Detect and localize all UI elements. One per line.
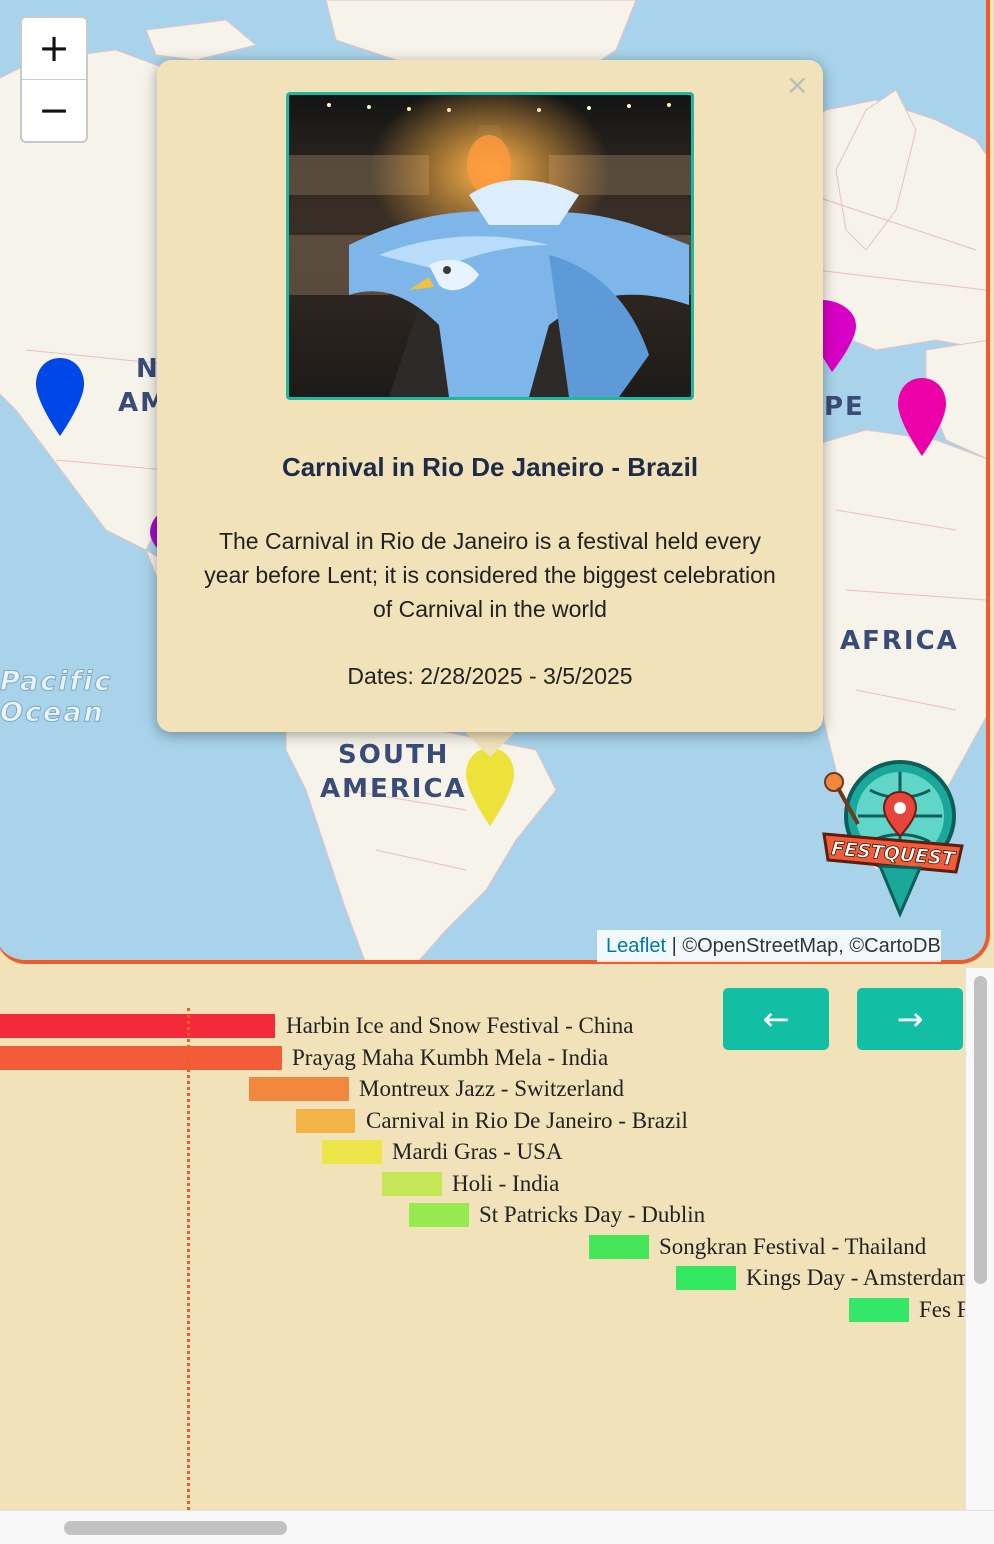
timeline-bar[interactable] bbox=[322, 1140, 382, 1164]
popup-tip bbox=[463, 730, 517, 757]
timeline-bar[interactable] bbox=[409, 1203, 469, 1227]
timeline-prev-button[interactable]: ← bbox=[723, 988, 829, 1050]
timeline-event-label[interactable]: Holi - India bbox=[452, 1172, 559, 1196]
timeline-bar[interactable] bbox=[0, 1046, 282, 1070]
carnival-photo-image bbox=[289, 95, 691, 397]
festival-marker[interactable] bbox=[896, 376, 948, 458]
timeline-bar[interactable] bbox=[589, 1235, 649, 1259]
attribution-credits: ©OpenStreetMap, ©CartoDB bbox=[682, 935, 941, 957]
leaflet-link[interactable]: Leaflet bbox=[606, 935, 666, 957]
festival-marker[interactable] bbox=[822, 296, 858, 376]
timeline-bar[interactable] bbox=[249, 1077, 349, 1101]
timeline-event-label[interactable]: Songkran Festival - Thailand bbox=[659, 1235, 926, 1259]
festquest-logo: FESTQUEST bbox=[822, 760, 964, 918]
ocean-label-pacific-1: Pacific bbox=[0, 666, 113, 698]
timeline-bar[interactable] bbox=[849, 1298, 909, 1322]
timeline-scroll-area[interactable]: Harbin Ice and Snow Festival - China Pra… bbox=[0, 968, 965, 1510]
festival-timeline[interactable]: Harbin Ice and Snow Festival - China Pra… bbox=[0, 968, 994, 1544]
timeline-event-label[interactable]: Harbin Ice and Snow Festival - China bbox=[286, 1014, 633, 1038]
timeline-event-label[interactable]: Kings Day - Amsterdam bbox=[746, 1266, 965, 1290]
region-label-south-america-2: AMERICA bbox=[320, 774, 467, 804]
horizontal-scrollbar[interactable] bbox=[0, 1510, 994, 1544]
zoom-out-button[interactable]: − bbox=[22, 79, 86, 141]
timeline-bar[interactable] bbox=[0, 1014, 275, 1038]
festival-marker[interactable] bbox=[34, 356, 86, 438]
timeline-bar[interactable] bbox=[296, 1109, 355, 1133]
attribution-separator: | bbox=[666, 935, 683, 957]
vertical-scrollbar[interactable] bbox=[965, 968, 994, 1510]
popup-dates: Dates: 2/28/2025 - 3/5/2025 bbox=[347, 663, 633, 689]
popup-close-button[interactable]: × bbox=[786, 68, 809, 101]
popup-title: Carnival in Rio De Janeiro - Brazil bbox=[281, 452, 699, 482]
timeline-event-label[interactable]: Fes F bbox=[919, 1298, 965, 1322]
vertical-scrollbar-thumb[interactable] bbox=[974, 976, 987, 1284]
popup-description: The Carnival in Rio de Janeiro is a fest… bbox=[204, 528, 776, 622]
festival-popup: × Carnival in Rio De Janeiro - Brazil Th… bbox=[157, 60, 823, 732]
festival-map[interactable]: N AM PE AFRICA SOUTH AMERICA Pacific Oce… bbox=[0, 0, 994, 968]
timeline-event-label[interactable]: Mardi Gras - USA bbox=[392, 1140, 563, 1164]
timeline-event-label[interactable]: St Patricks Day - Dublin bbox=[479, 1203, 705, 1227]
timeline-event-label[interactable]: Montreux Jazz - Switzerland bbox=[359, 1077, 624, 1101]
today-indicator-line bbox=[187, 1008, 190, 1510]
timeline-next-button[interactable]: → bbox=[857, 988, 963, 1050]
timeline-event-label[interactable]: Carnival in Rio De Janeiro - Brazil bbox=[366, 1109, 688, 1133]
zoom-control: + − bbox=[20, 16, 88, 143]
map-attribution: Leaflet | ©OpenStreetMap, ©CartoDB bbox=[597, 930, 941, 962]
region-label-europe: PE bbox=[824, 392, 865, 422]
horizontal-scrollbar-thumb[interactable] bbox=[64, 1521, 287, 1535]
ocean-label-pacific-2: Ocean bbox=[0, 697, 105, 729]
zoom-in-button[interactable]: + bbox=[22, 18, 86, 79]
festival-photo bbox=[286, 92, 694, 400]
timeline-bar[interactable] bbox=[382, 1172, 442, 1196]
festival-marker-selected[interactable] bbox=[464, 746, 516, 828]
timeline-event-label[interactable]: Prayag Maha Kumbh Mela - India bbox=[292, 1046, 608, 1070]
region-label-south-america-1: SOUTH bbox=[338, 740, 450, 770]
timeline-bar[interactable] bbox=[676, 1266, 736, 1290]
region-label-africa: AFRICA bbox=[840, 626, 959, 656]
